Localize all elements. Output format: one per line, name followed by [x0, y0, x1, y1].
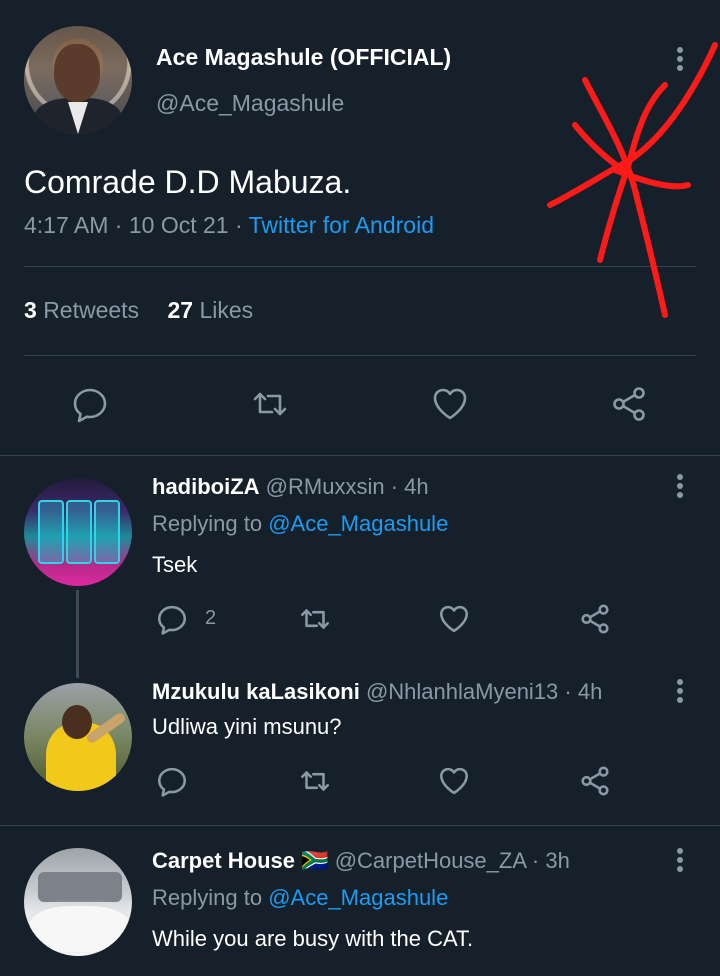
red-scribble-annotation — [547, 42, 718, 318]
reply-display-name[interactable]: hadiboiZA — [152, 474, 260, 499]
more-options-icon[interactable] — [668, 471, 692, 501]
reply-handle[interactable]: @RMuxxsin — [266, 474, 385, 499]
like-icon[interactable] — [430, 384, 470, 424]
reply-age[interactable]: 4h — [404, 474, 428, 499]
reply-handle[interactable]: @NhlanhlaMyeni13 — [366, 679, 558, 704]
meta-separator: · — [564, 679, 572, 704]
retweets-count: 3 — [24, 297, 37, 323]
retweets-stat[interactable]: 3 Retweets — [24, 297, 161, 323]
replying-to-handle[interactable]: @Ace_Magashule — [268, 885, 448, 910]
likes-label: Likes — [199, 297, 254, 323]
reply-avatar[interactable] — [24, 683, 132, 791]
reply-icon[interactable] — [155, 764, 189, 798]
main-tweet: Ace Magashule (OFFICIAL) @Ace_Magashule … — [0, 0, 720, 455]
reply-header: Carpet House 🇿🇦 @CarpetHouse_ZA · 3h — [152, 848, 570, 874]
more-options-icon[interactable] — [668, 845, 692, 875]
like-icon[interactable] — [437, 602, 471, 636]
flag-icon: 🇿🇦 — [301, 848, 329, 873]
tweet-text: Comrade D.D Mabuza. — [24, 164, 352, 200]
reply-avatar[interactable] — [24, 478, 132, 586]
reply-age[interactable]: 3h — [545, 848, 569, 873]
author-avatar[interactable] — [24, 26, 132, 134]
meta-separator: · — [114, 212, 123, 238]
replying-to-label: Replying to — [152, 885, 263, 910]
tweet-date[interactable]: 10 Oct 21 — [129, 212, 229, 238]
divider — [24, 355, 696, 356]
like-icon[interactable] — [437, 764, 471, 798]
meta-separator: · — [234, 212, 243, 238]
likes-stat[interactable]: 27 Likes — [167, 297, 275, 323]
divider — [0, 455, 720, 456]
author-display-name[interactable]: Ace Magashule (OFFICIAL) — [156, 44, 451, 71]
reply-text: While you are busy with the CAT. — [152, 926, 474, 951]
thread-line — [76, 590, 79, 678]
reply-handle[interactable]: @CarpetHouse_ZA — [335, 848, 526, 873]
reply-age[interactable]: 4h — [578, 679, 602, 704]
share-icon[interactable] — [578, 602, 612, 636]
retweets-label: Retweets — [43, 297, 140, 323]
more-options-icon[interactable] — [668, 676, 692, 706]
retweet-icon[interactable] — [250, 384, 290, 424]
reply-text: Tsek — [152, 552, 198, 577]
retweet-icon[interactable] — [298, 602, 332, 636]
tweet-meta: 4:17 AM · 10 Oct 21 · Twitter for Androi… — [24, 212, 434, 239]
replying-to: Replying to @Ace_Magashule — [152, 885, 448, 911]
reply-avatar[interactable] — [24, 848, 132, 956]
tweet-time[interactable]: 4:17 AM — [24, 212, 108, 238]
reply-text: Udliwa yini msunu? — [152, 714, 342, 739]
divider — [0, 825, 720, 826]
author-handle[interactable]: @Ace_Magashule — [156, 90, 344, 117]
meta-separator: · — [390, 474, 399, 499]
retweet-icon[interactable] — [298, 764, 332, 798]
reply-header: hadiboiZA @RMuxxsin · 4h — [152, 474, 429, 500]
tweet-source[interactable]: Twitter for Android — [249, 212, 434, 238]
reply-icon[interactable] — [70, 384, 110, 424]
replying-to-label: Replying to — [152, 511, 263, 536]
likes-count: 27 — [167, 297, 194, 323]
divider — [24, 266, 696, 267]
reply-icon[interactable] — [155, 602, 189, 636]
tweet-stats: 3 Retweets 27 Likes — [24, 297, 275, 324]
meta-separator: · — [531, 848, 540, 873]
replying-to: Replying to @Ace_Magashule — [152, 511, 448, 537]
more-options-icon[interactable] — [668, 44, 692, 74]
reply-count: 2 — [205, 607, 217, 629]
replying-to-handle[interactable]: @Ace_Magashule — [268, 511, 448, 536]
reply-header: Mzukulu kaLasikoni @NhlanhlaMyeni13 · 4h — [152, 679, 602, 705]
share-icon[interactable] — [578, 764, 612, 798]
share-icon[interactable] — [609, 384, 649, 424]
reply-display-name[interactable]: Mzukulu kaLasikoni — [152, 679, 360, 704]
reply-display-name[interactable]: Carpet House — [152, 848, 295, 873]
